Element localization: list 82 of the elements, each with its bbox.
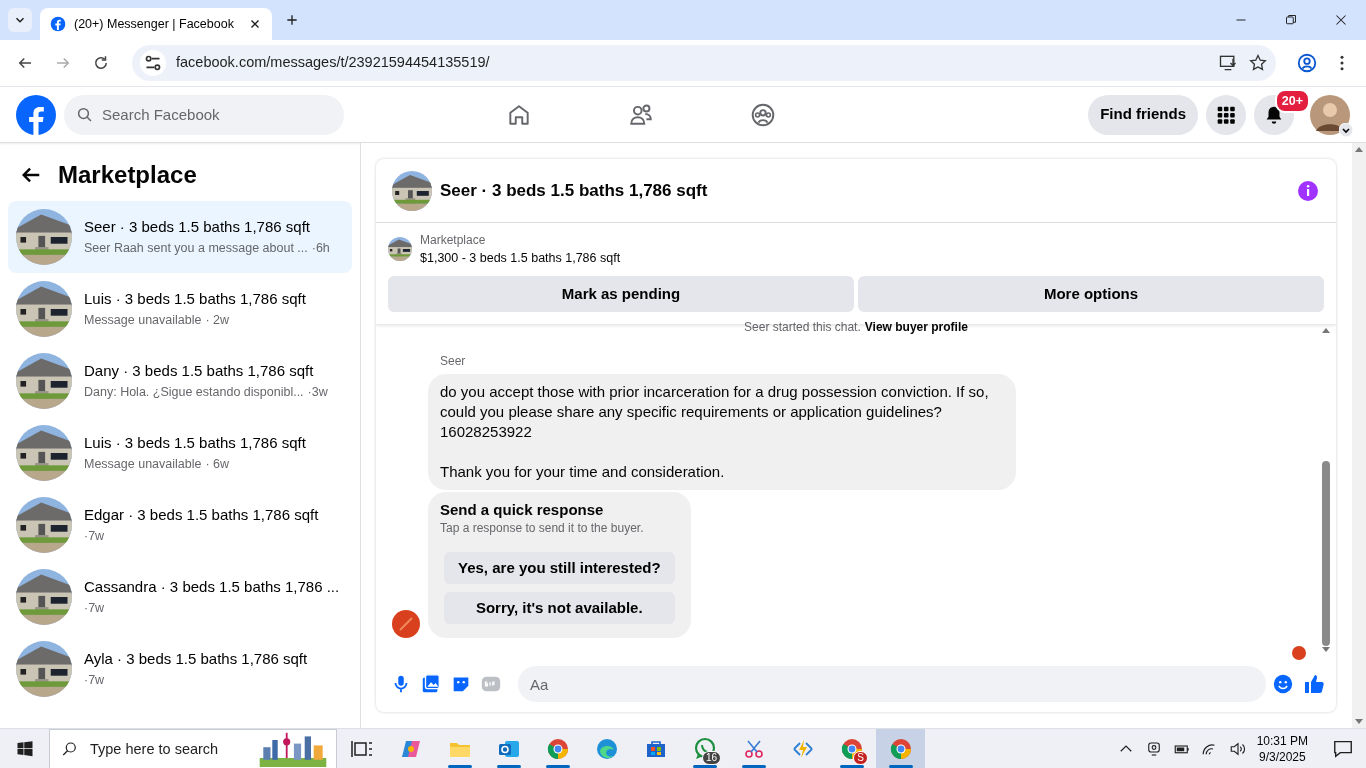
- conversation-item[interactable]: Edgar · 3 beds 1.5 baths 1,786 sqft ·7w: [8, 489, 352, 561]
- conversation-item[interactable]: Dany · 3 beds 1.5 baths 1,786 sqft Dany: Hola. ¿Sigue estando disponibl... ·3w: [8, 345, 352, 417]
- reload-icon[interactable]: [92, 54, 110, 72]
- chat-title: Seer · 3 beds 1.5 baths 1,786 sqft: [440, 179, 709, 202]
- profile-icon[interactable]: [1296, 52, 1318, 74]
- listing-label: Marketplace: [420, 232, 487, 249]
- swirl-icon: [594, 736, 619, 761]
- conversation-title: Edgar · 3 beds 1.5 baths 1,786 sqft: [84, 505, 319, 526]
- site-settings-icon[interactable]: [140, 50, 166, 76]
- timestamp: · 6w: [205, 455, 230, 473]
- caret-icon[interactable]: [1339, 122, 1353, 137]
- emoji-icon[interactable]: [1272, 673, 1294, 695]
- new-tab-icon[interactable]: [284, 12, 300, 28]
- avatar-icon[interactable]: [392, 609, 420, 638]
- conversation-title: Luis · 3 beds 1.5 baths 1,786 sqft: [84, 433, 306, 454]
- facebook-logo-icon[interactable]: [16, 94, 56, 135]
- message-input[interactable]: Aa: [518, 666, 1266, 702]
- city-skyline-icon: [257, 730, 329, 767]
- conversation-title: Ayla · 3 beds 1.5 baths 1,786 sqft: [84, 649, 308, 670]
- windows-start-icon[interactable]: [15, 739, 34, 758]
- listing-summary: $1,300 - 3 beds 1.5 baths 1,786 sqft: [420, 250, 621, 267]
- star-icon[interactable]: [1248, 53, 1268, 73]
- quick-response-hint: Tap a response to send it to the buyer.: [440, 519, 645, 536]
- clock-date[interactable]: 9/3/2025: [1256, 748, 1308, 765]
- grid-icon: [1216, 104, 1236, 125]
- conversation-title: Luis · 3 beds 1.5 baths 1,786 sqft: [84, 289, 306, 310]
- clock-time[interactable]: 10:31 PM: [1256, 732, 1308, 749]
- conversation-title: Dany · 3 beds 1.5 baths 1,786 sqft: [84, 361, 315, 382]
- install-icon[interactable]: [1218, 53, 1238, 73]
- timestamp: ·6h: [311, 239, 330, 257]
- search-field[interactable]: Search Facebook: [64, 94, 344, 135]
- mark-pending-button[interactable]: Mark as pending: [388, 275, 854, 312]
- timestamp: ·7w: [84, 527, 105, 545]
- scroll-down-icon[interactable]: [1354, 718, 1364, 726]
- taskbar-button[interactable]: S: [827, 728, 876, 768]
- view-profile-link[interactable]: View buyer profile: [864, 317, 968, 336]
- conversation-item[interactable]: Luis · 3 beds 1.5 baths 1,786 sqft Message unavailable · 2w: [8, 273, 352, 345]
- sidebar-title: Marketplace: [58, 160, 197, 190]
- quick-response-button[interactable]: Yes, are you still interested?: [444, 551, 675, 584]
- message-preview: Message unavailable: [84, 455, 202, 473]
- taskbar-button[interactable]: 16: [680, 728, 729, 768]
- photo-icon[interactable]: [420, 673, 442, 695]
- sender-name: Seer: [440, 352, 466, 370]
- friends-icon[interactable]: [628, 101, 655, 128]
- avatar-icon[interactable]: [1310, 94, 1350, 135]
- scrollbar-thumb[interactable]: [1322, 461, 1330, 646]
- message-preview: Seer Raah sent you a message about ...: [84, 239, 308, 257]
- conversation-title: Cassandra · 3 beds 1.5 baths 1,786 ...: [84, 577, 340, 598]
- like-icon[interactable]: [1302, 672, 1326, 696]
- browser-icon: [839, 736, 864, 761]
- chat-bubble-icon: [692, 736, 717, 761]
- info-icon[interactable]: [1296, 178, 1320, 203]
- notification-badge: 20+: [1274, 88, 1310, 114]
- timestamp: · 2w: [205, 311, 230, 329]
- find-friends-button[interactable]: Find friends: [1088, 94, 1198, 135]
- menu-button[interactable]: [1206, 94, 1246, 135]
- seen-avatar-icon: [1292, 645, 1306, 660]
- facebook-logo-icon: [50, 16, 66, 32]
- message-preview: Message unavailable: [84, 311, 202, 329]
- groups-icon[interactable]: [750, 101, 777, 128]
- more-options-button[interactable]: More options: [858, 275, 1324, 312]
- app-badge: 16: [701, 750, 721, 765]
- conversation-title: Seer · 3 beds 1.5 baths 1,786 sqft: [84, 217, 311, 238]
- taskbar-button[interactable]: [876, 728, 925, 768]
- browser-tab[interactable]: (20+) Messenger | Facebook: [40, 8, 272, 40]
- timestamp: ·7w: [84, 599, 105, 617]
- browser-icon: [888, 736, 913, 761]
- chat-started-note: Seer started this chat.: [744, 318, 861, 336]
- message-preview: Dany: Hola. ¿Sigue estando disponibl...: [84, 383, 304, 401]
- scroll-up-icon[interactable]: [1354, 145, 1364, 153]
- timestamp: ·3w: [307, 383, 328, 401]
- conversation-item[interactable]: Seer · 3 beds 1.5 baths 1,786 sqft Seer Raah sent you a message about ... ·6h: [8, 201, 352, 273]
- message-bubble: do you accept those with prior incarceration for a drug possession conviction. If so, could you please share any specific requirements or application guidelines? 16028253922 Thank you for your time and consideration.: [428, 373, 1016, 490]
- conversation-item[interactable]: Ayla · 3 beds 1.5 baths 1,786 sqft ·7w: [8, 633, 352, 705]
- conversation-item[interactable]: Cassandra · 3 beds 1.5 baths 1,786 ... ·7w: [8, 561, 352, 633]
- tab-search-button[interactable]: [8, 8, 32, 32]
- conversation-item[interactable]: Luis · 3 beds 1.5 baths 1,786 sqft Message unavailable · 6w: [8, 417, 352, 489]
- quick-response-button[interactable]: Sorry, it's not available.: [444, 591, 675, 624]
- browser-icon: [545, 736, 570, 761]
- tab-title: (20+) Messenger | Facebook: [74, 15, 234, 33]
- timestamp: ·7w: [84, 671, 105, 689]
- quick-response-title: Send a quick response: [440, 499, 605, 520]
